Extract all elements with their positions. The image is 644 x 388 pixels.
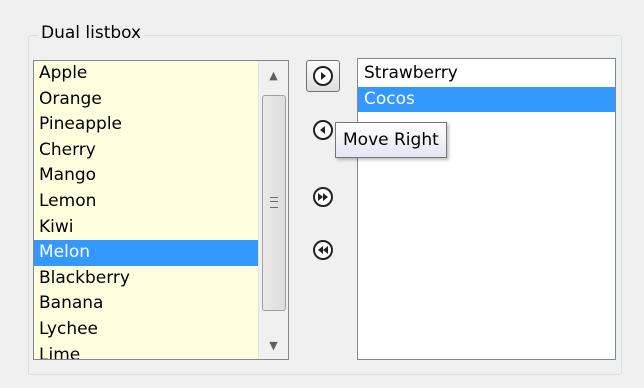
list-item[interactable]: Pineapple bbox=[34, 112, 258, 138]
list-item[interactable]: Strawberry bbox=[358, 61, 615, 87]
list-item[interactable]: Blackberry bbox=[34, 266, 258, 292]
list-item[interactable]: Banana bbox=[34, 291, 258, 317]
move-all-right-icon bbox=[313, 187, 333, 207]
available-listbox[interactable]: Apple Orange Pineapple Cherry Mango Lemon Kiwi… bbox=[33, 60, 289, 360]
list-item[interactable]: Lemon bbox=[34, 189, 258, 215]
list-item[interactable]: Lime bbox=[34, 343, 258, 359]
group-title: Dual listbox bbox=[38, 22, 145, 44]
scroll-up-icon[interactable]: ▲ bbox=[259, 61, 288, 89]
move-all-left-button[interactable] bbox=[306, 234, 340, 266]
available-items: Apple Orange Pineapple Cherry Mango Lemon Kiwi… bbox=[34, 61, 258, 359]
list-item[interactable]: Mango bbox=[34, 163, 258, 189]
list-item[interactable]: Cherry bbox=[34, 138, 258, 164]
move-all-left-icon bbox=[313, 240, 333, 260]
selected-items: Strawberry Cocos bbox=[358, 61, 615, 113]
list-item[interactable]: Kiwi bbox=[34, 215, 258, 241]
list-item[interactable]: Melon bbox=[34, 240, 258, 266]
move-all-right-button[interactable] bbox=[306, 181, 340, 213]
list-item[interactable]: Lychee bbox=[34, 317, 258, 343]
tooltip: Move Right bbox=[335, 122, 447, 158]
list-item[interactable]: Orange bbox=[34, 87, 258, 113]
scroll-thumb[interactable] bbox=[262, 95, 286, 311]
vertical-scrollbar[interactable]: ▲ ▼ bbox=[258, 61, 288, 359]
scroll-down-icon[interactable]: ▼ bbox=[259, 331, 288, 359]
move-right-button[interactable] bbox=[306, 60, 340, 92]
list-item[interactable]: Cocos bbox=[358, 86, 615, 113]
move-left-icon bbox=[313, 120, 333, 140]
selected-listbox[interactable]: Strawberry Cocos bbox=[357, 58, 616, 360]
list-item[interactable]: Apple bbox=[34, 61, 258, 87]
grip-icon bbox=[270, 196, 278, 208]
move-right-icon bbox=[313, 66, 333, 86]
